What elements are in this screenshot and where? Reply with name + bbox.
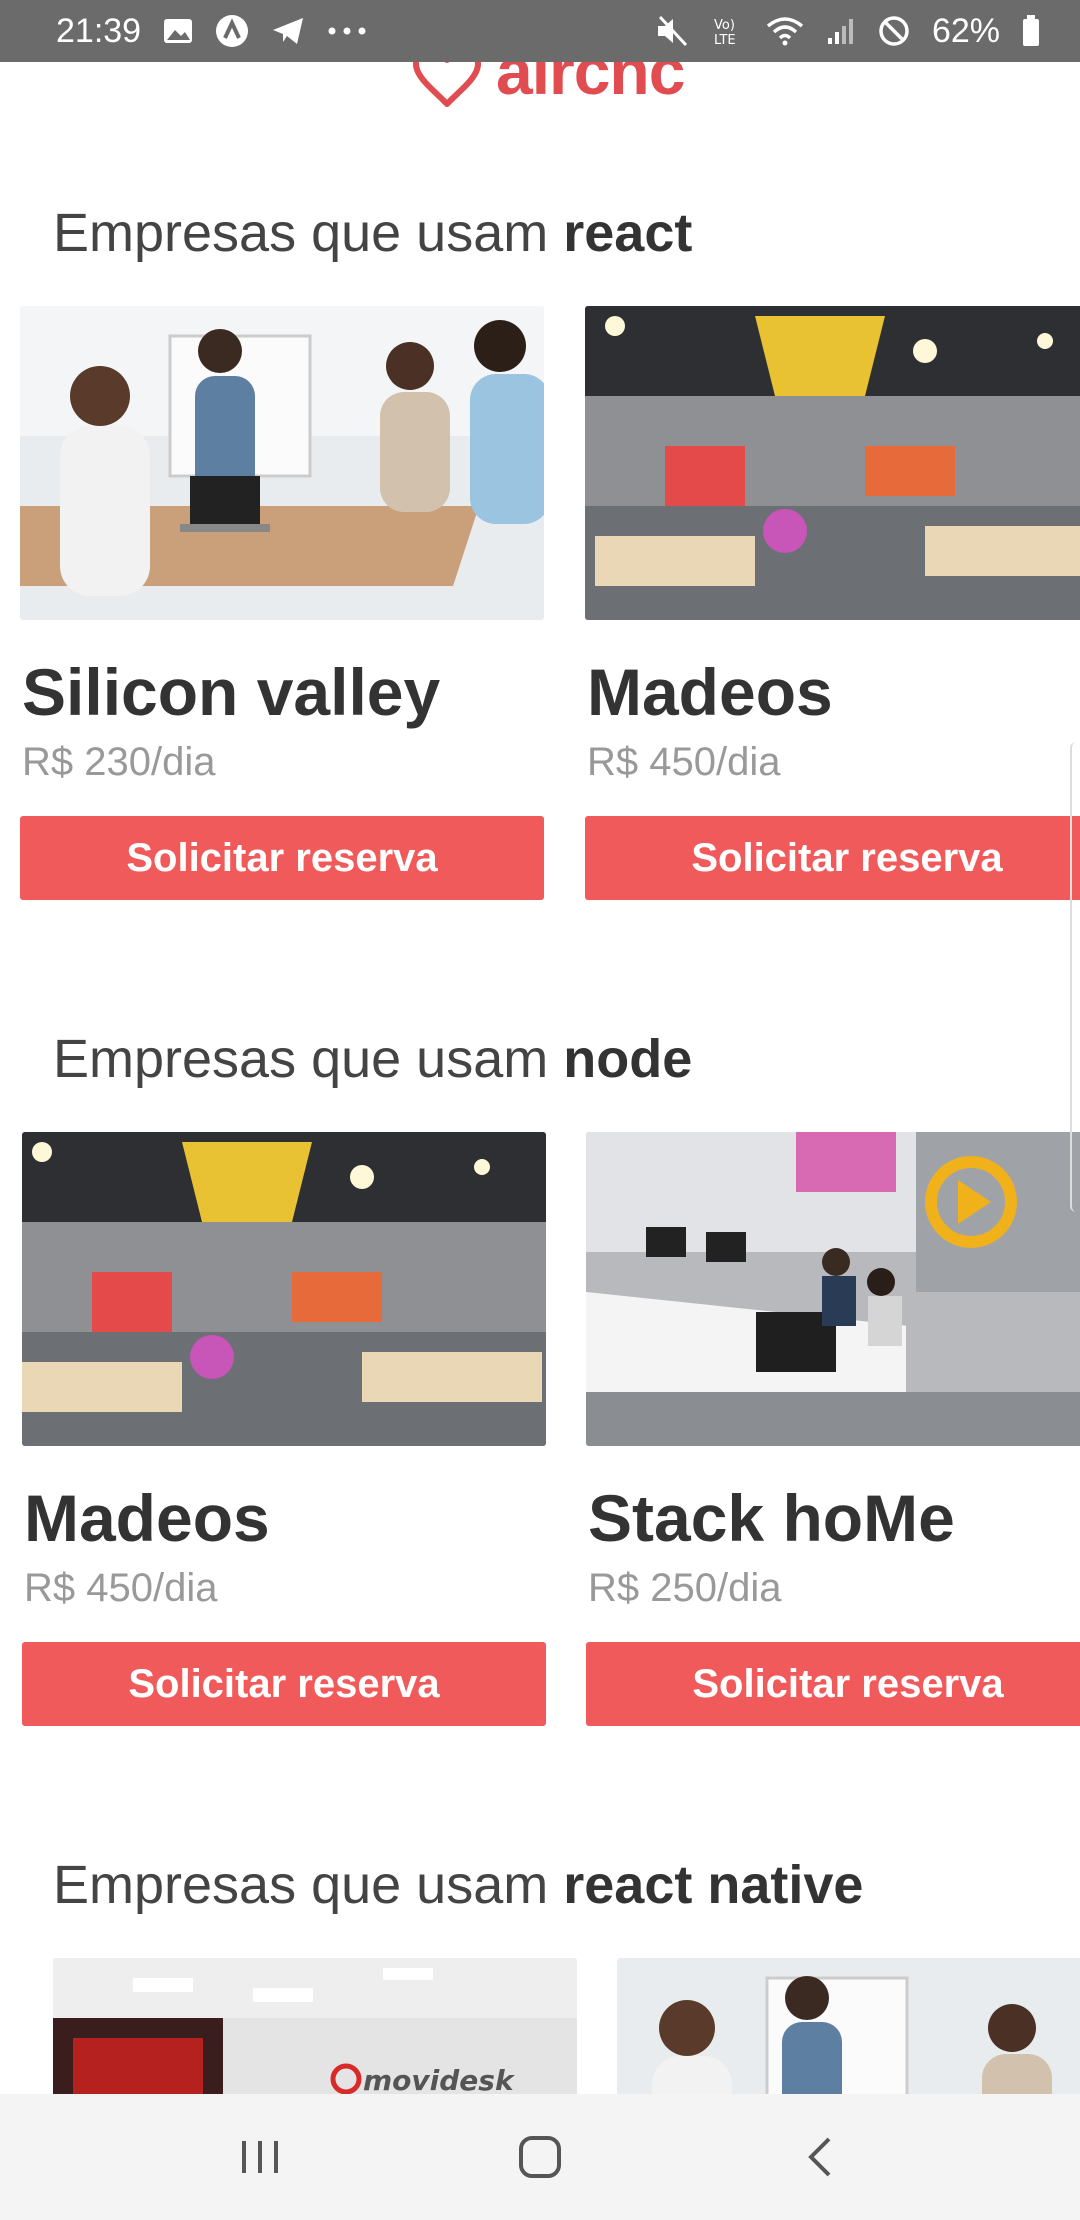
signal-icon <box>826 16 856 46</box>
request-booking-button[interactable]: Solicitar reserva <box>585 816 1080 900</box>
clock: 21:39 <box>56 11 142 50</box>
airbnb-logo-icon <box>408 62 486 115</box>
spot-price: R$ 250/dia <box>588 1566 782 1610</box>
volte-icon: Vo) LTE <box>712 15 744 47</box>
logo-text: aircnc <box>496 62 685 108</box>
spot-image <box>617 1958 1080 2094</box>
request-booking-button[interactable]: Solicitar reserva <box>586 1642 1080 1726</box>
recent-apps-icon[interactable] <box>215 2112 305 2202</box>
more-dots-icon <box>327 26 367 36</box>
dnd-icon <box>878 15 910 47</box>
svg-text:Vo): Vo) <box>714 18 735 33</box>
request-booking-button[interactable]: Solicitar reserva <box>22 1642 546 1726</box>
battery-percent: 62% <box>931 11 1000 50</box>
spot-price: R$ 230/dia <box>22 740 216 784</box>
battery-icon <box>1022 15 1040 47</box>
app-logo: aircnc <box>408 62 685 115</box>
spot-image <box>586 1132 1080 1446</box>
spot-title: Madeos <box>24 1481 270 1555</box>
section-title: Empresas que usam node <box>53 1028 692 1090</box>
home-icon[interactable] <box>495 2112 585 2202</box>
wifi-icon <box>766 16 804 46</box>
section-title-prefix: Empresas que usam <box>53 203 564 263</box>
section-title: Empresas que usam react <box>53 202 692 264</box>
telegram-icon <box>271 16 305 46</box>
back-icon[interactable] <box>775 2112 865 2202</box>
section-tech: node <box>563 1029 693 1089</box>
status-bar: 21:39 Vo) LTE 62% <box>0 0 1080 62</box>
section-title-prefix: Empresas que usam <box>53 1855 564 1915</box>
app-icon <box>215 14 249 48</box>
scroll-indicator <box>1070 742 1080 1212</box>
svg-text:LTE: LTE <box>714 33 736 47</box>
spot-image <box>585 306 1080 620</box>
app-header: aircnc <box>0 62 1080 122</box>
section-tech: react <box>563 203 693 263</box>
spot-price: R$ 450/dia <box>587 740 781 784</box>
spot-title: Madeos <box>587 655 833 729</box>
system-nav-bar <box>0 2094 1080 2220</box>
spots-list[interactable]: Empresas que usam react Silicon valley R… <box>0 122 1080 2094</box>
spot-image <box>22 1132 546 1446</box>
section-title-prefix: Empresas que usam <box>53 1029 564 1089</box>
section-tech: react native <box>563 1855 864 1915</box>
request-booking-button[interactable]: Solicitar reserva <box>20 816 544 900</box>
movidesk-logo-text: movidesk <box>363 2064 516 2094</box>
spot-image <box>20 306 544 620</box>
spot-title: Silicon valley <box>22 655 441 729</box>
section-title: Empresas que usam react native <box>53 1854 863 1916</box>
spot-title: Stack hoMe <box>588 1481 955 1555</box>
gallery-icon <box>163 18 193 44</box>
spot-price: R$ 450/dia <box>24 1566 218 1610</box>
spot-image: movidesk <box>53 1958 577 2094</box>
mute-icon <box>656 15 690 47</box>
